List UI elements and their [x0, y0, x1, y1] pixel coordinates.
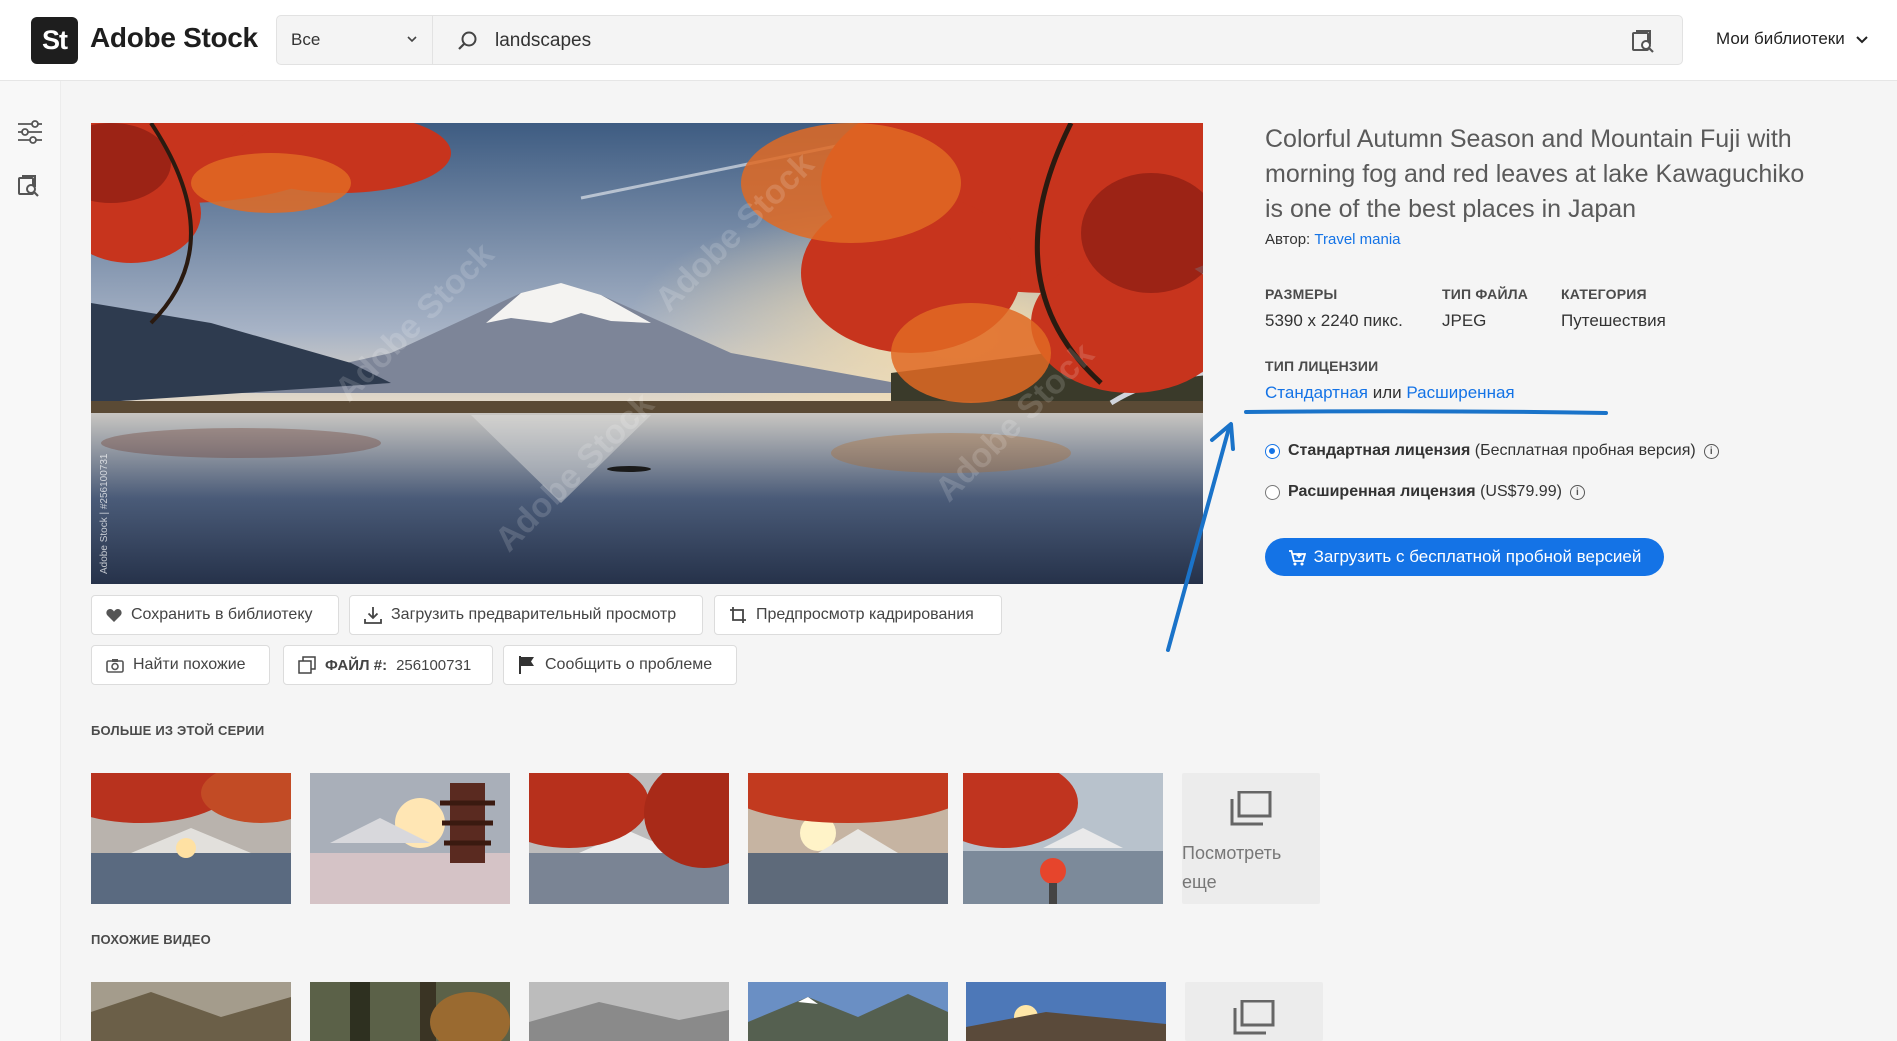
- author-label: Автор:: [1265, 231, 1311, 248]
- my-libraries-menu[interactable]: Мои библиотеки: [1716, 29, 1869, 49]
- extended-license-link[interactable]: Расширенная: [1406, 383, 1514, 402]
- standard-license-note: (Бесплатная пробная версия): [1474, 442, 1696, 459]
- crop-preview-button[interactable]: Предпросмотр кадрирования: [714, 595, 1002, 635]
- search-scope-value: Все: [291, 30, 321, 49]
- thumbnail-image: [529, 773, 729, 904]
- thumbnail-image: [310, 773, 510, 904]
- camera-icon: [106, 658, 124, 673]
- video-thumbnail[interactable]: [529, 982, 729, 1041]
- save-to-library-button[interactable]: Сохранить в библиотеку: [91, 595, 339, 635]
- extended-license-option[interactable]: Расширенная лицензия (US$79.99) i: [1265, 483, 1585, 501]
- top-header: St Adobe Stock Все landscapes Мои библио…: [0, 0, 1897, 81]
- chevron-down-icon: [1856, 36, 1868, 44]
- size-label: РАЗМЕРЫ: [1265, 286, 1338, 302]
- file-number-label: ФАЙЛ #:: [325, 656, 388, 674]
- video-thumbnail[interactable]: [748, 982, 948, 1041]
- series-thumbnail[interactable]: [310, 773, 510, 904]
- category-link[interactable]: Путешествия: [1561, 311, 1666, 331]
- thumbnail-image: [963, 773, 1163, 904]
- filters-icon[interactable]: [16, 119, 44, 145]
- info-icon[interactable]: i: [1569, 484, 1585, 500]
- search-query[interactable]: landscapes: [495, 30, 591, 52]
- thumbnail-image: [748, 982, 948, 1041]
- series-thumbnail[interactable]: [91, 773, 291, 904]
- crop-preview-label: Предпросмотр кадрирования: [756, 606, 974, 623]
- search-input[interactable]: landscapes: [433, 15, 1683, 65]
- series-thumbnail[interactable]: [963, 773, 1163, 904]
- download-preview-label: Загрузить предварительный просмотр: [391, 606, 677, 623]
- file-number-value: 256100731: [396, 656, 472, 674]
- size-value: 5390 x 2240 пикс.: [1265, 311, 1403, 330]
- video-thumbnail[interactable]: [310, 982, 510, 1041]
- download-preview-button[interactable]: Загрузить предварительный просмотр: [349, 595, 703, 635]
- filetype-value: JPEG: [1442, 311, 1487, 330]
- extended-license-price: (US$79.99): [1480, 483, 1562, 500]
- save-to-library-label: Сохранить в библиотеку: [131, 606, 313, 623]
- series-thumbnail[interactable]: [529, 773, 729, 904]
- flag-icon: [519, 656, 534, 674]
- annotation-arrowhead: [1210, 422, 1235, 451]
- similar-videos-title: ПОХОЖИЕ ВИДЕО: [91, 932, 211, 947]
- video-thumbnail[interactable]: [91, 982, 291, 1041]
- video-view-more-tile[interactable]: [1185, 982, 1323, 1041]
- crop-icon: [730, 607, 746, 623]
- extended-license-name: Расширенная лицензия: [1288, 483, 1476, 500]
- standard-license-link[interactable]: Стандартная: [1265, 383, 1368, 402]
- chevron-down-icon: [407, 36, 417, 43]
- annotation-underline: [1244, 409, 1608, 415]
- view-more-tile[interactable]: Посмотреть еще: [1182, 773, 1320, 904]
- brand-name[interactable]: Adobe Stock: [90, 22, 258, 54]
- file-number-box: ФАЙЛ #: 256100731: [283, 645, 493, 685]
- main-preview-image[interactable]: Adobe Stock Adobe Stock Adobe Stock Adob…: [91, 123, 1203, 584]
- fuji-autumn-image: [91, 123, 1203, 584]
- thumbnail-image: [529, 982, 729, 1041]
- copy-icon: [298, 656, 316, 674]
- license-type-label: ТИП ЛИЦЕНЗИИ: [1265, 358, 1379, 374]
- author-line: Автор: Travel mania: [1265, 231, 1401, 248]
- find-similar-label: Найти похожие: [133, 656, 246, 673]
- my-libraries-label: Мои библиотеки: [1716, 29, 1845, 48]
- series-thumbnail[interactable]: [748, 773, 948, 904]
- report-problem-button[interactable]: Сообщить о проблеме: [503, 645, 737, 685]
- standard-license-option[interactable]: Стандартная лицензия (Бесплатная пробная…: [1265, 442, 1719, 460]
- visual-search-icon[interactable]: [1630, 28, 1656, 54]
- thumbnail-image: [310, 982, 510, 1041]
- heart-icon: [106, 608, 122, 622]
- thumbnail-image: [91, 773, 291, 904]
- stack-icon: [1230, 791, 1272, 826]
- download-free-trial-label: Загрузить с бесплатной пробной версией: [1313, 547, 1642, 566]
- search-icon: [458, 31, 477, 50]
- download-icon: [364, 607, 382, 624]
- stack-icon: [1233, 1000, 1275, 1035]
- author-link[interactable]: Travel mania: [1314, 231, 1400, 248]
- image-file-id-watermark: Adobe Stock | #256100731: [99, 453, 110, 574]
- visual-search-icon[interactable]: [16, 173, 42, 199]
- license-type-line: Стандартная или Расширенная: [1265, 383, 1515, 403]
- left-rail: [0, 81, 61, 1041]
- video-thumbnail[interactable]: [966, 982, 1166, 1041]
- view-more-label: Посмотреть еще: [1182, 843, 1282, 892]
- adobe-stock-logo[interactable]: St: [31, 17, 78, 64]
- download-free-trial-button[interactable]: Загрузить с бесплатной пробной версией: [1265, 538, 1664, 576]
- image-title: Colorful Autumn Season and Mountain Fuji…: [1265, 125, 1805, 223]
- series-section-title: БОЛЬШЕ ИЗ ЭТОЙ СЕРИИ: [91, 723, 265, 738]
- thumbnail-image: [748, 773, 948, 904]
- filetype-label: ТИП ФАЙЛА: [1442, 286, 1529, 302]
- thumbnail-image: [966, 982, 1166, 1041]
- standard-license-name: Стандартная лицензия: [1288, 442, 1471, 459]
- search-scope-dropdown[interactable]: Все: [276, 15, 433, 65]
- find-similar-button[interactable]: Найти похожие: [91, 645, 270, 685]
- info-icon[interactable]: i: [1703, 443, 1719, 459]
- standard-license-radio[interactable]: [1265, 443, 1280, 459]
- report-problem-label: Сообщить о проблеме: [545, 656, 713, 673]
- cart-icon: [1288, 549, 1306, 565]
- thumbnail-image: [91, 982, 291, 1041]
- extended-license-radio[interactable]: [1265, 484, 1280, 500]
- category-label: КАТЕГОРИЯ: [1561, 286, 1647, 302]
- license-or-text: или: [1372, 383, 1402, 402]
